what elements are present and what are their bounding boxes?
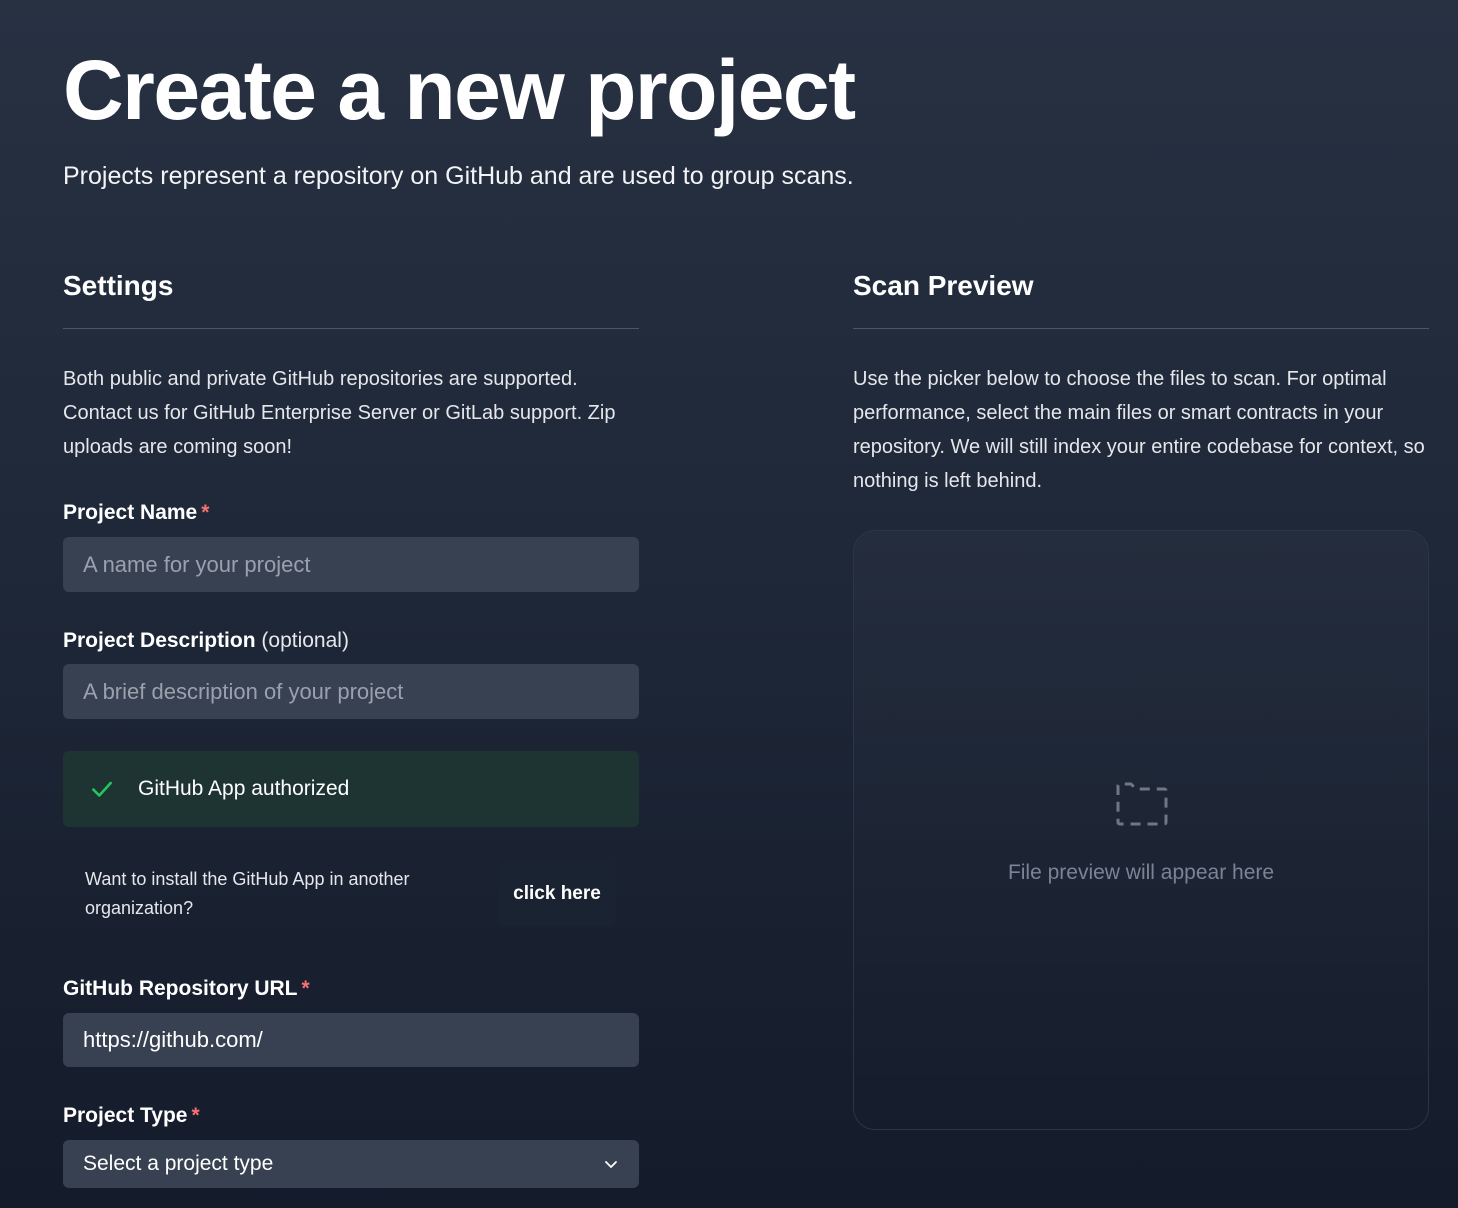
repo-url-label: GitHub Repository URL * bbox=[63, 975, 310, 1003]
settings-divider bbox=[63, 328, 639, 329]
scan-preview-heading: Scan Preview bbox=[853, 270, 1034, 301]
github-auth-status: GitHub App authorized bbox=[63, 751, 639, 827]
required-marker: * bbox=[201, 501, 210, 524]
settings-heading: Settings bbox=[63, 270, 174, 301]
file-preview-panel: File preview will appear here bbox=[853, 530, 1429, 1130]
chevron-down-icon bbox=[605, 1161, 617, 1168]
install-app-button[interactable]: click here bbox=[498, 862, 616, 926]
page-title: Create a new project bbox=[63, 43, 856, 137]
project-description-label-text: Project Description bbox=[63, 629, 256, 652]
github-auth-text: GitHub App authorized bbox=[138, 777, 350, 800]
settings-section: Settings Both public and private GitHub … bbox=[63, 266, 639, 1188]
optional-note: (optional) bbox=[261, 629, 349, 652]
project-type-select[interactable]: Select a project type bbox=[63, 1140, 639, 1188]
page-subtitle: Projects represent a repository on GitHu… bbox=[63, 162, 854, 190]
folder-dashed-icon bbox=[1116, 782, 1168, 826]
project-name-input[interactable]: A name for your project bbox=[63, 537, 639, 592]
install-prompt: Want to install the GitHub App in anothe… bbox=[85, 869, 410, 918]
scan-preview-intro: Use the picker below to choose the files… bbox=[853, 368, 1425, 492]
project-description-placeholder: A brief description of your project bbox=[83, 678, 404, 704]
repo-url-value: https://github.com/ bbox=[83, 1027, 263, 1052]
file-preview-empty-text: File preview will appear here bbox=[1007, 861, 1275, 884]
project-name-placeholder: A name for your project bbox=[83, 551, 311, 577]
project-description-input[interactable]: A brief description of your project bbox=[63, 664, 639, 719]
project-description-label: Project Description (optional) bbox=[63, 627, 349, 655]
project-type-selected: Select a project type bbox=[83, 1152, 274, 1175]
repo-url-input[interactable]: https://github.com/ bbox=[63, 1013, 639, 1067]
scan-preview-divider bbox=[853, 328, 1429, 329]
project-type-label-text: Project Type bbox=[63, 1104, 188, 1127]
required-marker: * bbox=[301, 977, 310, 1000]
scan-preview-section: Scan Preview Use the picker below to cho… bbox=[853, 266, 1429, 1130]
project-name-label-text: Project Name bbox=[63, 501, 198, 524]
check-icon bbox=[92, 781, 112, 797]
required-marker: * bbox=[191, 1104, 200, 1127]
project-type-label: Project Type * bbox=[63, 1102, 200, 1130]
project-name-label: Project Name * bbox=[63, 499, 209, 527]
settings-intro: Both public and private GitHub repositor… bbox=[63, 368, 616, 458]
repo-url-label-text: GitHub Repository URL bbox=[63, 977, 298, 1000]
